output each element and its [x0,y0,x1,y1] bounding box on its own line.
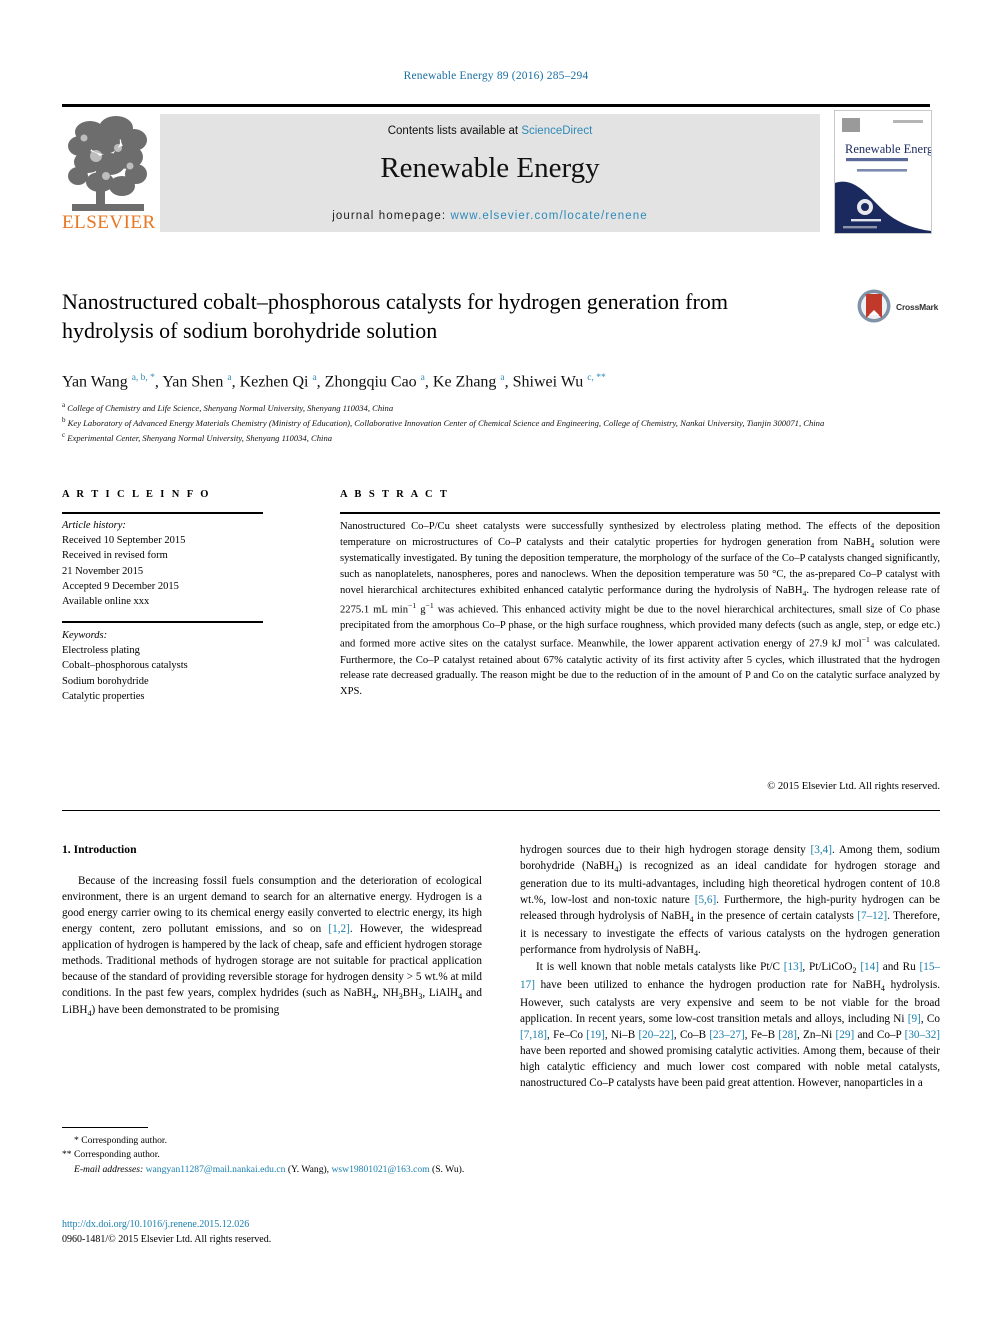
crossmark-icon [857,289,891,323]
affiliation-item: b Key Laboratory of Advanced Energy Mate… [62,416,825,429]
email-owner-2: (S. Wu). [432,1163,465,1175]
email-addresses-line: E-mail addresses: wangyan11287@mail.nank… [62,1163,482,1177]
footnote-rule [62,1127,148,1128]
homepage-line: journal homepage: www.elsevier.com/locat… [160,210,820,222]
doi-block: http://dx.doi.org/10.1016/j.renene.2015.… [62,1217,482,1247]
keyword-item: Catalytic properties [62,690,145,702]
abstract-rule-top [340,512,940,514]
footnote-block: * Corresponding author. ** Corresponding… [62,1134,482,1177]
crossmark-label: CrossMark [896,302,939,312]
masthead-top-rule [62,104,930,107]
elsevier-logo: ELSEVIER [62,110,156,233]
corresponding-author-2: ** Corresponding author. [62,1149,160,1161]
abstract-text: Nanostructured Co–P/Cu sheet catalysts w… [340,521,941,698]
journal-homepage-link[interactable]: www.elsevier.com/locate/renene [450,210,647,222]
contents-prefix: Contents lists available at [387,125,522,137]
history-item: 21 November 2015 [62,565,144,577]
paragraph: hydrogen sources due to their high hydro… [520,844,940,958]
journal-title: Renewable Energy [380,152,600,184]
keyword-list: Keywords: Electroless plating Cobalt–pho… [62,628,277,704]
journal-cover-thumbnail: Renewable Energy [834,110,932,234]
abstract-rule-bottom [62,810,940,811]
info-rule-top [62,512,263,514]
author-list: Yan Wang a, b, *, Yan Shen a, Kezhen Qi … [62,373,606,391]
crossmark-badge[interactable]: CrossMark [856,288,940,328]
keyword-item: Cobalt–phosphorous catalysts [62,660,188,672]
section-heading-introduction: 1. Introduction [62,843,137,856]
elsevier-wordmark: ELSEVIER [62,212,156,233]
affiliation-item: a College of Chemistry and Life Science,… [62,401,394,413]
history-item: Received 10 September 2015 [62,535,186,547]
svg-text:Renewable Energy: Renewable Energy [845,142,931,156]
paragraph: Because of the increasing fossil fuels c… [62,874,483,1019]
elsevier-tree-icon [68,116,147,211]
paragraph: It is well known that noble metals catal… [520,961,941,1089]
corresponding-author-1: * Corresponding author. [74,1135,167,1146]
history-item: Received in revised form [62,550,168,562]
affiliation-item: c Experimental Center, Shenyang Normal U… [62,431,333,444]
sciencedirect-link[interactable]: ScienceDirect [521,125,592,137]
running-head: Renewable Energy 89 (2016) 285–294 [403,70,589,82]
keywords-label: Keywords: [62,630,108,641]
info-rule-mid [62,621,263,623]
email-link-2[interactable]: wsw19801021@163.com [332,1164,430,1175]
email-link-1[interactable]: wangyan11287@mail.nankai.edu.cn [146,1164,286,1175]
history-item: Available online xxx [62,596,150,608]
masthead-band: Contents lists available at ScienceDirec… [160,114,820,232]
article-title: Nanostructured cobalt–phosphorous cataly… [62,289,728,343]
email-label: E-mail addresses: [74,1163,144,1175]
journal-masthead: ELSEVIER Contents lists available at Sci… [62,104,932,234]
copyright-line: © 2015 Elsevier Ltd. All rights reserved… [767,781,940,792]
contents-line: Contents lists available at ScienceDirec… [160,125,820,137]
cover-art: Renewable Energy [835,111,931,233]
body-column-left: 1. Introduction Because of the increasin… [62,842,482,1020]
article-history: Article history: Received 10 September 2… [62,518,277,609]
keyword-item: Electroless plating [62,645,140,657]
history-item: Accepted 9 December 2015 [62,580,179,592]
affiliation-list: a College of Chemistry and Life Science,… [62,400,862,446]
doi-link[interactable]: http://dx.doi.org/10.1016/j.renene.2015.… [62,1219,249,1230]
body-column-right: hydrogen sources due to their high hydro… [520,842,940,1091]
article-history-label: Article history: [62,520,126,531]
abstract-heading: A B S T R A C T [340,489,450,500]
homepage-prefix: journal homepage: [332,210,451,222]
paper-page: Renewable Energy 89 (2016) 285–294 ELSEV… [0,0,992,1323]
issn-copyright-line: 0960-1481/© 2015 Elsevier Ltd. All right… [62,1234,272,1245]
email-owner-1: (Y. Wang), [287,1163,330,1175]
keyword-item: Sodium borohydride [62,675,149,687]
article-info-heading: A R T I C L E I N F O [62,489,211,500]
